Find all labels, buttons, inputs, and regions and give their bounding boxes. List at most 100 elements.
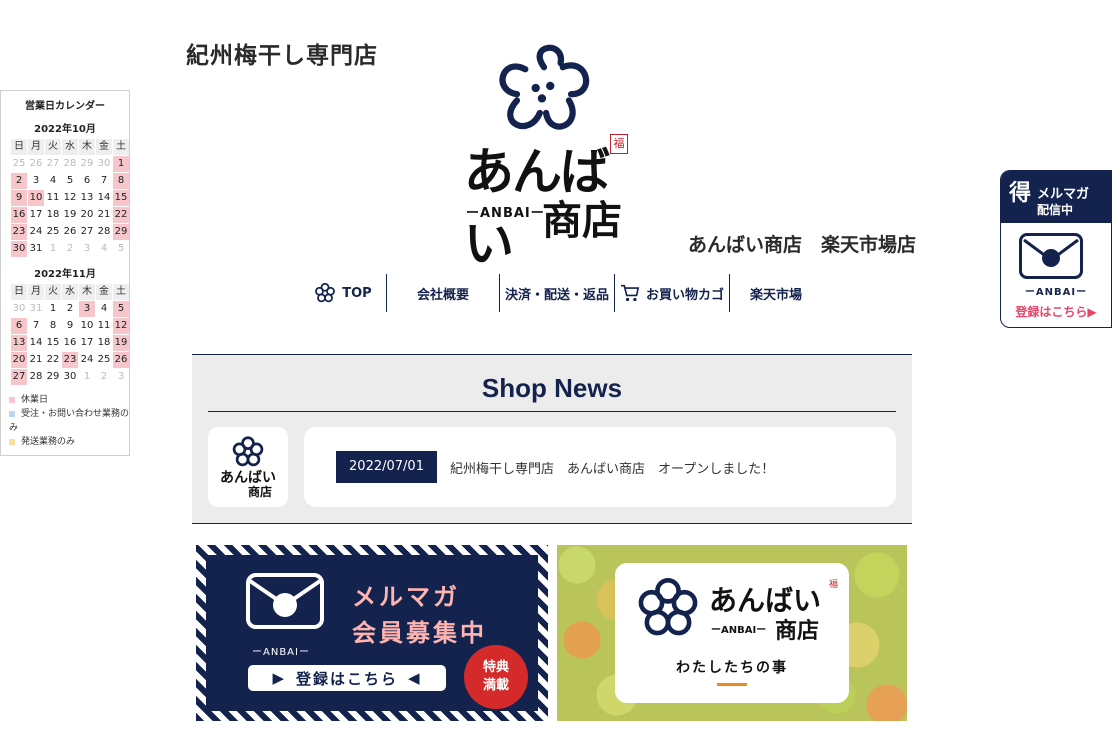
calendar-day: 23 xyxy=(62,352,78,368)
calendar-day: 24 xyxy=(80,354,94,365)
calendar-weekday: 月 xyxy=(28,284,44,300)
plum-flower-icon xyxy=(315,282,336,303)
mail-magazine-banner[interactable]: ーANBAIー メルマガ 会員募集中 ▶ 登録はこちら ◀ 特典 満載 xyxy=(196,545,548,721)
banner-inner: ーANBAIー メルマガ 会員募集中 ▶ 登録はこちら ◀ 特典 満載 xyxy=(206,555,538,711)
calendar-day: 5 xyxy=(113,301,129,317)
mail-magazine-widget[interactable]: 得 メルマガ 配信中 ーANBAIー 登録はこちら▶ xyxy=(1000,170,1112,328)
widget-line-1: メルマガ xyxy=(1037,187,1090,202)
about-underline xyxy=(717,683,747,686)
calendar-day: 3 xyxy=(117,371,125,382)
calendar-day: 12 xyxy=(63,192,77,203)
site-logo[interactable]: あんばい 福 ーANBAIー 商店 xyxy=(462,36,632,273)
calendar-day: 26 xyxy=(63,226,77,237)
main-nav: TOP 会社概要 決済・配送・返品 お買い物カゴ 楽天市場 xyxy=(300,274,822,312)
register-button-label: 登録はこちら xyxy=(295,669,398,688)
cart-icon xyxy=(620,284,640,302)
calendar-day: 30 xyxy=(63,371,77,382)
calendar-day: 8 xyxy=(113,173,129,189)
calendar-day: 17 xyxy=(29,209,43,220)
calendar-day: 26 xyxy=(113,352,129,368)
calendar-day: 9 xyxy=(11,190,27,206)
legend-item: 休業日 xyxy=(9,393,129,407)
nav-payment[interactable]: 決済・配送・返品 xyxy=(500,274,614,312)
legend-label: 発送業務のみ xyxy=(21,437,76,447)
calendar-day: 19 xyxy=(63,209,77,220)
calendar-day: 2 xyxy=(100,371,108,382)
calendar-day: 13 xyxy=(80,192,94,203)
nav-top[interactable]: TOP xyxy=(300,274,386,312)
widget-line-2: 配信中 xyxy=(1037,203,1074,217)
legend-item: 発送業務のみ xyxy=(9,435,129,449)
calendar-day: 10 xyxy=(28,190,44,206)
calendar-day: 31 xyxy=(29,303,43,314)
nav-payment-label: 決済・配送・返品 xyxy=(504,287,609,303)
calendar-day: 14 xyxy=(29,337,43,348)
calendar-day: 9 xyxy=(66,320,74,331)
calendar-weekday: 火 xyxy=(45,284,61,300)
calendar-day: 20 xyxy=(80,209,94,220)
legend-label: 受注・お問い合わせ業務のみ xyxy=(9,409,130,433)
calendar-day: 7 xyxy=(100,175,108,186)
calendar-day: 18 xyxy=(97,337,111,348)
calendar-day: 12 xyxy=(113,318,129,334)
calendar-weekday: 水 xyxy=(62,139,78,155)
legend-label: 休業日 xyxy=(21,395,49,405)
news-divider xyxy=(208,411,896,412)
nav-company[interactable]: 会社概要 xyxy=(387,274,499,312)
calendar-day: 4 xyxy=(100,243,108,254)
banner-title-1: メルマガ xyxy=(352,583,460,611)
calendar-day: 28 xyxy=(97,226,111,237)
calendar-day: 27 xyxy=(80,226,94,237)
calendar-day: 22 xyxy=(46,354,60,365)
widget-toku: 得 xyxy=(1009,181,1032,206)
news-logo-shop: 商店 xyxy=(248,485,273,499)
calendar-weekday: 火 xyxy=(45,139,61,155)
about-stamp: 福 xyxy=(829,580,839,590)
calendar-day: 28 xyxy=(29,371,43,382)
calendar-day: 1 xyxy=(49,303,57,314)
calendar-title: 営業日カレンダー xyxy=(25,101,105,112)
register-button[interactable]: ▶ 登録はこちら ◀ xyxy=(248,665,446,691)
plum-flower-logo-icon xyxy=(638,577,698,636)
news-text: 紀州梅干し専門店 あんばい商店 オープンしました！ xyxy=(450,462,775,477)
calendar-weekday: 木 xyxy=(79,139,95,155)
calendar-day: 6 xyxy=(83,175,91,186)
widget-header: 得 メルマガ 配信中 xyxy=(1001,171,1111,223)
calendar-day: 24 xyxy=(29,226,43,237)
widget-register-link[interactable]: 登録はこちら▶ xyxy=(1001,303,1111,320)
plum-flower-icon xyxy=(232,436,264,467)
calendar-day: 27 xyxy=(46,158,60,169)
calendar-day: 31 xyxy=(29,243,43,254)
calendar-day: 18 xyxy=(46,209,60,220)
calendar-day: 23 xyxy=(11,224,27,240)
nav-rakuten-label: 楽天市場 xyxy=(749,287,802,303)
news-item[interactable]: 2022/07/01 紀州梅干し専門店 あんばい商店 オープンしました！ xyxy=(304,427,896,507)
calendar-month-label: 2022年10月 xyxy=(34,124,96,135)
calendar-day: 29 xyxy=(46,371,60,382)
calendar-day: 27 xyxy=(11,369,27,385)
logo-subtitle: ーANBAIー xyxy=(466,206,545,221)
calendar-day: 1 xyxy=(113,156,129,172)
about-logo-shop: 商店 xyxy=(775,618,820,644)
widget-anbai: ーANBAIー xyxy=(1024,287,1088,298)
logo-shop-text: 商店 xyxy=(542,197,622,244)
calendar-grid: 日月火水木金土 25 26 27 28 29 30 1 2 3 4 5 6 7 8 9 10 11 12 13 14 15… xyxy=(11,139,129,257)
calendar-day: 6 xyxy=(11,318,27,334)
calendar-day: 11 xyxy=(46,192,60,203)
calendar-weekday: 金 xyxy=(96,139,112,155)
calendar-day: 21 xyxy=(97,209,111,220)
calendar-day: 2 xyxy=(11,173,27,189)
calendar-day: 16 xyxy=(11,207,27,223)
store-name: あんばい商店 楽天市場店 xyxy=(688,234,917,256)
calendar-day: 2 xyxy=(66,243,74,254)
calendar-weekday: 木 xyxy=(79,284,95,300)
calendar-day: 15 xyxy=(113,190,129,206)
calendar-day: 29 xyxy=(80,158,94,169)
nav-cart[interactable]: お買い物カゴ xyxy=(615,274,729,312)
legend-swatch xyxy=(9,396,15,403)
calendar-day: 8 xyxy=(49,320,57,331)
calendar-weekday: 水 xyxy=(62,284,78,300)
about-us-banner[interactable]: あんばい 福 ーANBAIー 商店 わたしたちの事 xyxy=(557,545,907,721)
calendar-grid: 日月火水木金土 30 31 1 2 3 4 5 6 7 8 9 10 11 12 13 14 15 16 17 18 19… xyxy=(11,284,129,385)
nav-rakuten[interactable]: 楽天市場 xyxy=(730,274,822,312)
